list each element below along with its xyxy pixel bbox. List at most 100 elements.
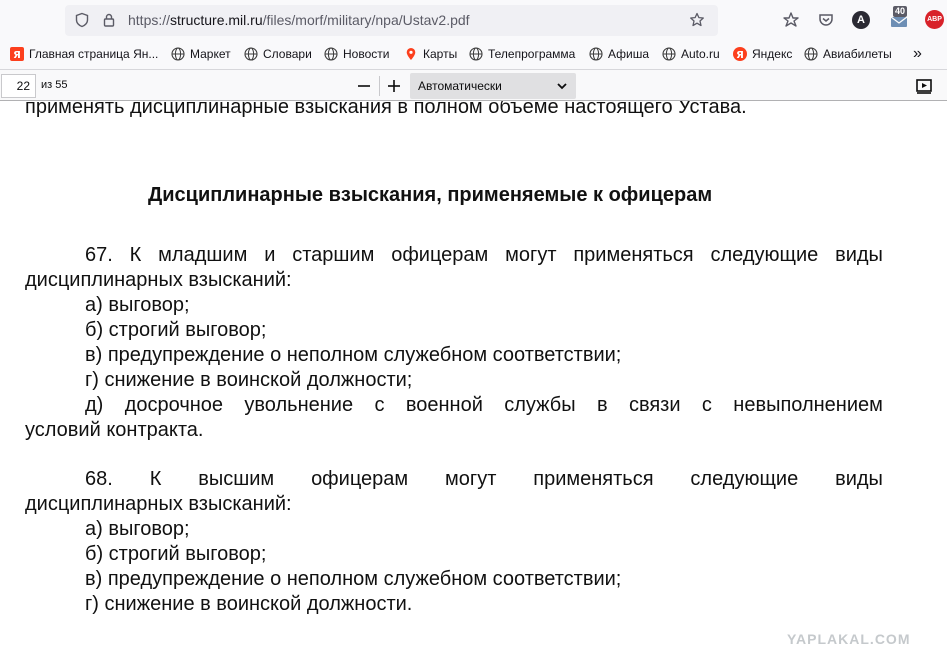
word: могут bbox=[505, 244, 557, 266]
yandex-icon: Я bbox=[10, 47, 24, 61]
page-total: из 55 bbox=[41, 79, 68, 91]
p67-item-v: в) предупреждение о неполном служебном с… bbox=[85, 344, 622, 366]
word: младшим bbox=[158, 244, 248, 266]
bookmark-tv[interactable]: Телепрограмма bbox=[469, 47, 575, 61]
pdf-document: применять дисциплинарные взыскания в пол… bbox=[0, 101, 947, 670]
presentation-mode-icon[interactable] bbox=[914, 76, 934, 96]
p68-item-g: г) снижение в воинской должности. bbox=[85, 593, 413, 615]
pdf-toolbar: 22 из 55 Автоматически bbox=[0, 69, 947, 101]
word: службы bbox=[504, 394, 576, 416]
bookmark-maps[interactable]: Карты bbox=[404, 47, 457, 61]
browser-toolbar: https://structure.mil.ru/files/morf/mili… bbox=[0, 0, 947, 40]
bookmark-autoru[interactable]: Auto.ru bbox=[662, 47, 720, 61]
site-watermark: YAPLAKAL.COM bbox=[787, 631, 911, 647]
zoom-in-button[interactable] bbox=[380, 73, 408, 99]
page-number-input[interactable]: 22 bbox=[1, 74, 36, 98]
yandex-icon: Я bbox=[733, 47, 747, 61]
word: виды bbox=[835, 468, 883, 490]
word: невыполнением bbox=[733, 394, 883, 416]
notification-badge: 40 bbox=[893, 6, 908, 17]
word: следующие bbox=[690, 468, 799, 490]
bookmarks-library-icon[interactable] bbox=[781, 10, 801, 30]
svg-text:Я: Я bbox=[736, 50, 744, 61]
scale-select[interactable]: Автоматически bbox=[410, 73, 576, 99]
word: К bbox=[129, 244, 142, 266]
word: досрочное bbox=[124, 394, 224, 416]
p68-line2: дисциплинарных взысканий: bbox=[25, 493, 292, 515]
map-pin-icon bbox=[404, 47, 418, 61]
bookmark-label: Авиабилеты bbox=[823, 47, 892, 61]
word: военной bbox=[405, 394, 483, 416]
word: увольнение bbox=[244, 394, 354, 416]
word: в bbox=[596, 394, 608, 416]
globe-icon bbox=[244, 47, 258, 61]
bookmark-yandex[interactable]: Я Яндекс bbox=[733, 47, 792, 61]
pocket-icon[interactable] bbox=[816, 10, 836, 30]
p67-line2: дисциплинарных взысканий: bbox=[25, 269, 292, 291]
p67-line1: 67. К младшим и старшим офицерам могут п… bbox=[85, 243, 883, 267]
bookmarks-toolbar: Я Главная страница Ян... Маркет Словари … bbox=[0, 40, 947, 69]
p67-item-g: г) снижение в воинской должности; bbox=[85, 369, 413, 391]
url-prefix: https:// bbox=[128, 12, 171, 28]
account-avatar[interactable]: A bbox=[852, 11, 870, 29]
url-path: /files/morf/military/npa/Ustav2.pdf bbox=[262, 12, 470, 28]
word: 67. bbox=[85, 244, 113, 266]
p68-item-a: а) выговор; bbox=[85, 518, 190, 540]
word: с bbox=[701, 394, 712, 416]
bookmark-label: Афиша bbox=[608, 47, 650, 61]
p68-line1: 68. К высшим офицерам могут применяться … bbox=[85, 467, 883, 491]
word: К bbox=[149, 468, 162, 490]
bookmark-label: Словари bbox=[263, 47, 312, 61]
globe-icon bbox=[804, 47, 818, 61]
bookmark-dictionaries[interactable]: Словари bbox=[244, 47, 312, 61]
word: виды bbox=[835, 244, 883, 266]
bookmark-market[interactable]: Маркет bbox=[171, 47, 231, 61]
word: старшим bbox=[292, 244, 375, 266]
bookmark-label: Новости bbox=[343, 47, 390, 61]
word: могут bbox=[445, 468, 497, 490]
p67-item-d-cont: условий контракта. bbox=[25, 419, 204, 441]
url-host: structure.mil.ru bbox=[170, 12, 263, 28]
word: офицерам bbox=[391, 244, 489, 266]
bookmark-afisha[interactable]: Афиша bbox=[589, 47, 649, 61]
lock-icon[interactable] bbox=[101, 12, 117, 28]
word: высшим bbox=[198, 468, 275, 490]
bookmark-label: Auto.ru bbox=[681, 47, 720, 61]
scale-value: Автоматически bbox=[418, 79, 502, 93]
plus-icon bbox=[388, 80, 400, 92]
section-heading: Дисциплинарные взыскания, применяемые к … bbox=[148, 184, 713, 206]
svg-text:Я: Я bbox=[13, 50, 21, 61]
chevron-down-icon bbox=[557, 83, 567, 90]
address-bar[interactable]: https://structure.mil.ru/files/morf/mili… bbox=[65, 5, 718, 36]
bookmark-label: Яндекс bbox=[752, 47, 793, 61]
word: с bbox=[374, 394, 385, 416]
globe-icon bbox=[171, 47, 185, 61]
p68-item-v: в) предупреждение о неполном служебном с… bbox=[85, 568, 622, 590]
word: применяться bbox=[533, 468, 654, 490]
zoom-out-button[interactable] bbox=[350, 73, 378, 99]
globe-icon bbox=[589, 47, 603, 61]
word: связи bbox=[628, 394, 681, 416]
globe-icon bbox=[324, 47, 338, 61]
url-text[interactable]: https://structure.mil.ru/files/morf/mili… bbox=[128, 12, 470, 28]
bookmark-flights[interactable]: Авиабилеты bbox=[804, 47, 892, 61]
globe-icon bbox=[662, 47, 676, 61]
bookmark-star-icon[interactable] bbox=[689, 12, 705, 28]
bookmark-yandex-home[interactable]: Я Главная страница Ян... bbox=[10, 47, 158, 61]
word: офицерам bbox=[311, 468, 409, 490]
p67-item-d: д) досрочное увольнение с военной службы… bbox=[85, 393, 883, 417]
shield-icon[interactable] bbox=[74, 12, 90, 28]
p68-item-b: б) строгий выговор; bbox=[85, 543, 267, 565]
word: 68. bbox=[85, 468, 113, 490]
bookmarks-overflow-icon[interactable]: » bbox=[913, 45, 922, 63]
minus-icon bbox=[358, 85, 370, 87]
word: и bbox=[264, 244, 276, 266]
word: д) bbox=[85, 394, 104, 416]
bookmark-news[interactable]: Новости bbox=[324, 47, 389, 61]
word: следующие bbox=[710, 244, 819, 266]
adblock-plus-icon[interactable]: ABP bbox=[925, 10, 944, 29]
bookmark-label: Телепрограмма bbox=[488, 47, 576, 61]
p67-item-a: а) выговор; bbox=[85, 294, 190, 316]
word: применяться bbox=[573, 244, 694, 266]
bookmark-label: Маркет bbox=[190, 47, 231, 61]
